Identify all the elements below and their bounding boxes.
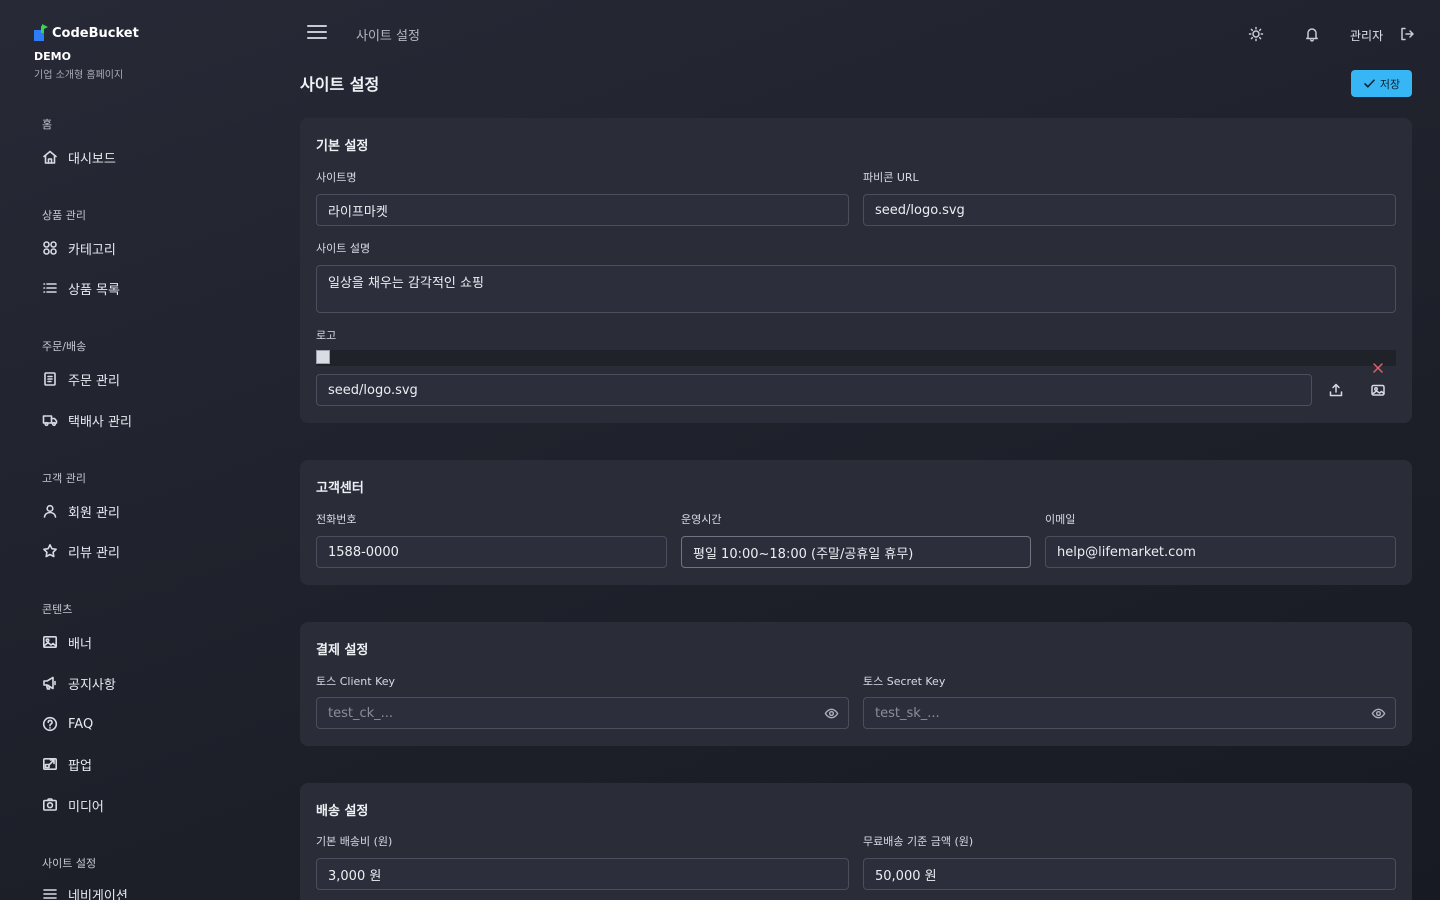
shipping-settings-card: 배송 설정 기본 배송비 (원) 3,000 원 무료배송 기준 금액 (원) … <box>300 783 1412 900</box>
brand-name: CodeBucket <box>52 25 139 41</box>
shipping-fee-input[interactable]: 3,000 원 <box>316 858 849 890</box>
site-name-input[interactable]: 라이프마켓 <box>316 194 849 226</box>
sidebar-item-media[interactable]: 미디어 <box>42 791 104 819</box>
sidebar-item-label: 미디어 <box>68 799 104 815</box>
nav-section-orders: 주문/배송 <box>42 340 87 353</box>
codebucket-logo-icon <box>34 24 50 42</box>
site-desc-label: 사이트 설명 <box>316 242 371 255</box>
phone-label: 전화번호 <box>316 513 357 526</box>
toss-client-key-placeholder: test_ck_... <box>328 705 394 721</box>
nav-section-products: 상품 관리 <box>42 209 86 222</box>
hamburger-menu-icon[interactable] <box>307 25 327 43</box>
eye-icon[interactable] <box>1371 706 1386 721</box>
sidebar-item-dashboard[interactable]: 대시보드 <box>42 143 116 171</box>
user-name[interactable]: 관리자 <box>1350 27 1383 44</box>
toss-client-key-input[interactable]: test_ck_... <box>316 697 849 729</box>
help-circle-icon <box>42 716 58 732</box>
sidebar-item-label: 팝업 <box>68 758 92 774</box>
basic-settings-card: 기본 설정 사이트명 라이프마켓 파비콘 URL seed/logo.svg 사… <box>300 118 1412 423</box>
popup-icon <box>42 757 57 770</box>
truck-icon <box>42 415 58 427</box>
basic-settings-title: 기본 설정 <box>316 139 369 154</box>
save-button-label: 저장 <box>1379 77 1401 91</box>
favicon-url-label: 파비콘 URL <box>863 171 919 184</box>
brand-subtitle: 기업 소개형 홈페이지 <box>34 70 124 81</box>
broken-image-icon <box>316 350 330 364</box>
toss-secret-key-label: 토스 Secret Key <box>863 675 946 688</box>
logo-label: 로고 <box>316 329 337 342</box>
sidebar-item-label: 공지사항 <box>68 677 116 693</box>
sidebar-item-couriers[interactable]: 택배사 관리 <box>42 406 132 434</box>
hours-input[interactable]: 평일 10:00~18:00 (주말/공휴일 휴무) <box>681 536 1031 568</box>
breadcrumb: 사이트 설정 <box>356 29 420 44</box>
toss-client-key-label: 토스 Client Key <box>316 675 396 688</box>
sidebar-item-label: 상품 목록 <box>68 282 120 298</box>
customer-center-card: 고객센터 전화번호 1588-0000 운영시간 평일 10:00~18:00 … <box>300 460 1412 585</box>
nav-section-site-settings: 사이트 설정 <box>42 857 97 870</box>
customer-center-title: 고객센터 <box>316 481 364 496</box>
save-button[interactable]: 저장 <box>1351 70 1412 97</box>
home-icon <box>43 150 57 164</box>
image-icon <box>42 635 57 648</box>
grid-icon <box>43 241 57 255</box>
nav-section-home: 홈 <box>42 118 53 131</box>
phone-input[interactable]: 1588-0000 <box>316 536 667 568</box>
site-name-label: 사이트명 <box>316 171 357 184</box>
check-icon <box>1364 79 1375 88</box>
shipping-settings-title: 배송 설정 <box>316 804 369 819</box>
bell-icon[interactable] <box>1304 26 1320 42</box>
nav-section-content: 콘텐츠 <box>42 603 73 616</box>
sidebar-item-navigation[interactable]: 네비게이션 <box>42 880 128 900</box>
user-icon <box>43 504 57 518</box>
hours-label: 운영시간 <box>681 513 722 526</box>
sidebar-item-label: 리뷰 관리 <box>68 545 120 561</box>
sidebar-item-members[interactable]: 회원 관리 <box>42 497 120 525</box>
toss-secret-key-placeholder: test_sk_... <box>875 705 940 721</box>
theme-toggle-sun-icon[interactable] <box>1248 26 1264 42</box>
sidebar-item-label: 배너 <box>68 636 92 652</box>
brand[interactable]: CodeBucket DEMO 기업 소개형 홈페이지 <box>34 24 139 81</box>
favicon-url-input[interactable]: seed/logo.svg <box>863 194 1396 226</box>
sidebar-item-label: 주문 관리 <box>68 373 120 389</box>
sidebar-item-reviews[interactable]: 리뷰 관리 <box>42 537 120 565</box>
star-icon <box>43 544 57 558</box>
sidebar-item-orders[interactable]: 주문 관리 <box>42 365 120 393</box>
sidebar-item-label: 카테고리 <box>68 242 116 258</box>
email-input[interactable]: help@lifemarket.com <box>1045 536 1396 568</box>
page-title: 사이트 설정 <box>300 75 380 94</box>
site-desc-textarea[interactable]: 일상을 채우는 감각적인 쇼핑 <box>316 265 1396 313</box>
brand-demo: DEMO <box>34 50 71 63</box>
upload-icon[interactable] <box>1320 374 1352 406</box>
sidebar-item-label: 네비게이션 <box>68 888 128 900</box>
list-icon <box>43 283 57 293</box>
sidebar-item-popup[interactable]: 팝업 <box>42 750 92 778</box>
sidebar-item-banner[interactable]: 배너 <box>42 628 92 656</box>
sidebar-item-product-list[interactable]: 상품 목록 <box>42 274 120 302</box>
payment-settings-title: 결제 설정 <box>316 643 369 658</box>
payment-settings-card: 결제 설정 토스 Client Key test_ck_... 토스 Secre… <box>300 622 1412 746</box>
sidebar: CodeBucket DEMO 기업 소개형 홈페이지 홈 대시보드 상품 관리… <box>0 0 280 900</box>
free-shipping-threshold-label: 무료배송 기준 금액 (원) <box>863 835 974 848</box>
media-icon <box>42 798 57 811</box>
sidebar-item-category[interactable]: 카테고리 <box>42 234 116 262</box>
logo-preview <box>316 350 1396 366</box>
email-label: 이메일 <box>1045 513 1076 526</box>
receipt-icon <box>44 372 56 386</box>
logout-icon[interactable] <box>1399 26 1415 42</box>
eye-icon[interactable] <box>824 706 839 721</box>
menu-icon <box>43 889 57 899</box>
media-library-icon[interactable] <box>1362 374 1394 406</box>
sidebar-item-label: FAQ <box>68 716 94 732</box>
free-shipping-threshold-input[interactable]: 50,000 원 <box>863 858 1396 890</box>
megaphone-icon <box>43 676 56 690</box>
sidebar-item-notices[interactable]: 공지사항 <box>42 669 116 697</box>
shipping-fee-label: 기본 배송비 (원) <box>316 835 393 848</box>
sidebar-item-label: 대시보드 <box>68 151 116 167</box>
toss-secret-key-input[interactable]: test_sk_... <box>863 697 1396 729</box>
sidebar-item-label: 택배사 관리 <box>68 414 132 430</box>
sidebar-item-label: 회원 관리 <box>68 505 120 521</box>
sidebar-item-faq[interactable]: FAQ <box>42 710 93 738</box>
logo-url-input[interactable]: seed/logo.svg <box>316 374 1312 406</box>
nav-section-customers: 고객 관리 <box>42 472 86 485</box>
